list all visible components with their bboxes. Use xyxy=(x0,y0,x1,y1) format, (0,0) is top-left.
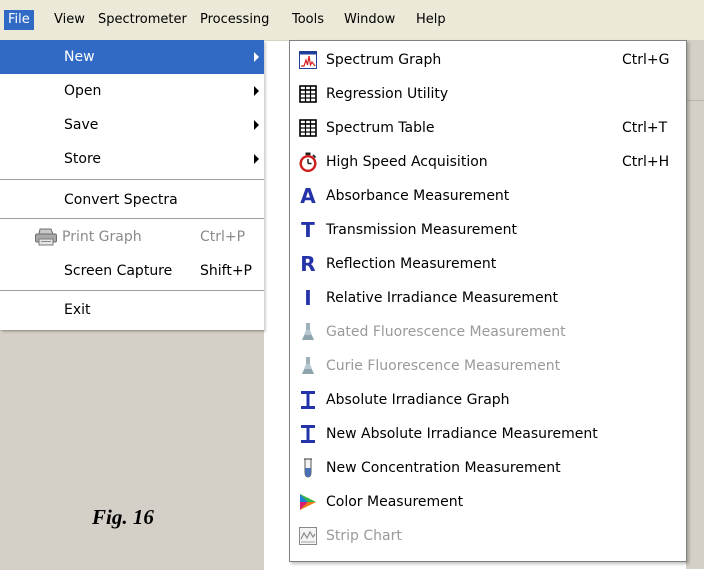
menu-separator xyxy=(0,179,264,180)
new-menu-regression-utility-label: Regression Utility xyxy=(326,86,449,102)
file-menu-open[interactable]: Open xyxy=(0,74,264,108)
new-menu-spectrum-table-shortcut: Ctrl+T xyxy=(622,120,668,136)
new-menu-strip-chart[interactable]: Strip Chart xyxy=(290,519,686,553)
file-menu-save-label: Save xyxy=(64,117,99,133)
menu-help[interactable]: Help xyxy=(412,10,450,30)
new-menu-high-speed-acquisition-label: High Speed Acquisition xyxy=(326,154,488,170)
table-grid-icon xyxy=(298,84,318,104)
file-menu-save[interactable]: Save xyxy=(0,108,264,142)
menu-processing[interactable]: Processing xyxy=(196,10,273,30)
serif-i-icon xyxy=(298,424,318,444)
new-menu-transmission-measurement-label: Transmission Measurement xyxy=(326,222,518,238)
workspace-background xyxy=(0,330,264,570)
stopwatch-icon xyxy=(298,152,318,172)
new-menu-transmission-measurement[interactable]: T Transmission Measurement xyxy=(290,213,686,247)
new-menu-relative-irradiance-measurement[interactable]: I Relative Irradiance Measurement xyxy=(290,281,686,315)
file-menu-screen-capture-label: Screen Capture xyxy=(64,263,173,279)
file-menu-print-graph[interactable]: Print Graph Ctrl+P xyxy=(0,220,264,254)
new-menu-high-speed-acquisition[interactable]: High Speed Acquisition Ctrl+H xyxy=(290,145,686,179)
submenu-arrow-icon xyxy=(254,52,259,62)
test-tube-icon xyxy=(298,458,318,478)
file-menu-new-label: New xyxy=(64,49,95,65)
new-menu-spectrum-table[interactable]: Spectrum Table Ctrl+T xyxy=(290,111,686,145)
new-menu-curie-fluorescence-measurement-label: Curie Fluorescence Measurement xyxy=(326,358,561,374)
divider xyxy=(686,100,704,101)
new-menu-new-concentration-measurement[interactable]: New Concentration Measurement xyxy=(290,451,686,485)
letter-t-icon: T xyxy=(301,218,315,242)
new-menu-new-absolute-irradiance-measurement[interactable]: New Absolute Irradiance Measurement xyxy=(290,417,686,451)
file-menu-store[interactable]: Store xyxy=(0,142,264,176)
file-menu-convert-spectra[interactable]: Convert Spectra xyxy=(0,183,264,217)
file-menu-convert-spectra-label: Convert Spectra xyxy=(64,192,178,208)
menu-spectrometer[interactable]: Spectrometer xyxy=(94,10,191,30)
new-menu-spectrum-table-label: Spectrum Table xyxy=(326,120,435,136)
flask-icon xyxy=(298,322,318,342)
new-menu-absorbance-measurement[interactable]: A Absorbance Measurement xyxy=(290,179,686,213)
new-menu-color-measurement-label: Color Measurement xyxy=(326,494,464,510)
file-menu-screen-capture[interactable]: Screen Capture Shift+P xyxy=(0,254,264,288)
file-menu-exit[interactable]: Exit xyxy=(0,293,264,327)
letter-i-icon: I xyxy=(304,286,312,310)
new-menu-gated-fluorescence-measurement-label: Gated Fluorescence Measurement xyxy=(326,324,566,340)
menu-tools[interactable]: Tools xyxy=(288,10,328,30)
new-menu-strip-chart-label: Strip Chart xyxy=(326,528,402,544)
color-wheel-icon xyxy=(298,492,318,512)
file-menu-print-graph-shortcut: Ctrl+P xyxy=(200,229,246,245)
application-window: File View Spectrometer Processing Tools … xyxy=(0,0,704,570)
menu-bar: File View Spectrometer Processing Tools … xyxy=(0,0,704,41)
new-menu-new-concentration-measurement-label: New Concentration Measurement xyxy=(326,460,561,476)
menu-file[interactable]: File xyxy=(4,10,34,30)
new-menu-spectrum-graph-shortcut: Ctrl+G xyxy=(622,52,670,68)
workspace-right-edge xyxy=(686,40,704,569)
new-menu-reflection-measurement-label: Reflection Measurement xyxy=(326,256,497,272)
new-menu-regression-utility[interactable]: Regression Utility xyxy=(290,77,686,111)
new-menu-spectrum-graph-label: Spectrum Graph xyxy=(326,52,442,68)
strip-chart-icon xyxy=(298,526,318,546)
new-menu-curie-fluorescence-measurement[interactable]: Curie Fluorescence Measurement xyxy=(290,349,686,383)
menu-separator xyxy=(0,290,264,291)
new-menu-absolute-irradiance-graph-label: Absolute Irradiance Graph xyxy=(326,392,510,408)
new-menu-reflection-measurement[interactable]: R Reflection Measurement xyxy=(290,247,686,281)
new-menu-new-absolute-irradiance-measurement-label: New Absolute Irradiance Measurement xyxy=(326,426,598,442)
table-grid-icon xyxy=(298,118,318,138)
file-menu-open-label: Open xyxy=(64,83,102,99)
new-menu-spectrum-graph[interactable]: Spectrum Graph Ctrl+G xyxy=(290,43,686,77)
file-menu-screen-capture-shortcut: Shift+P xyxy=(200,263,252,279)
file-menu-print-graph-label: Print Graph xyxy=(62,229,142,245)
submenu-arrow-icon xyxy=(254,154,259,164)
file-menu-store-label: Store xyxy=(64,151,102,167)
file-menu-new[interactable]: New xyxy=(0,40,264,74)
submenu-arrow-icon xyxy=(254,120,259,130)
new-menu-gated-fluorescence-measurement[interactable]: Gated Fluorescence Measurement xyxy=(290,315,686,349)
flask-icon xyxy=(298,356,318,376)
spectrum-graph-icon xyxy=(298,50,318,70)
submenu-arrow-icon xyxy=(254,86,259,96)
letter-a-icon: A xyxy=(300,184,316,208)
new-menu-relative-irradiance-measurement-label: Relative Irradiance Measurement xyxy=(326,290,558,306)
figure-caption: Fig. 16 xyxy=(92,505,154,529)
new-menu-color-measurement[interactable]: Color Measurement xyxy=(290,485,686,519)
file-menu: New Open Save Store Convert Spectra Prin… xyxy=(0,40,264,330)
menu-window[interactable]: Window xyxy=(340,10,399,30)
menu-separator xyxy=(0,218,264,219)
new-menu-high-speed-acquisition-shortcut: Ctrl+H xyxy=(622,154,670,170)
serif-i-icon xyxy=(298,390,318,410)
letter-r-icon: R xyxy=(300,252,316,276)
new-menu-absolute-irradiance-graph[interactable]: Absolute Irradiance Graph xyxy=(290,383,686,417)
menu-view[interactable]: View xyxy=(50,10,89,30)
file-menu-exit-label: Exit xyxy=(64,302,91,318)
new-menu-absorbance-measurement-label: Absorbance Measurement xyxy=(326,188,510,204)
printer-icon xyxy=(34,228,58,250)
new-submenu: Spectrum Graph Ctrl+G Regression Utility xyxy=(289,40,687,562)
